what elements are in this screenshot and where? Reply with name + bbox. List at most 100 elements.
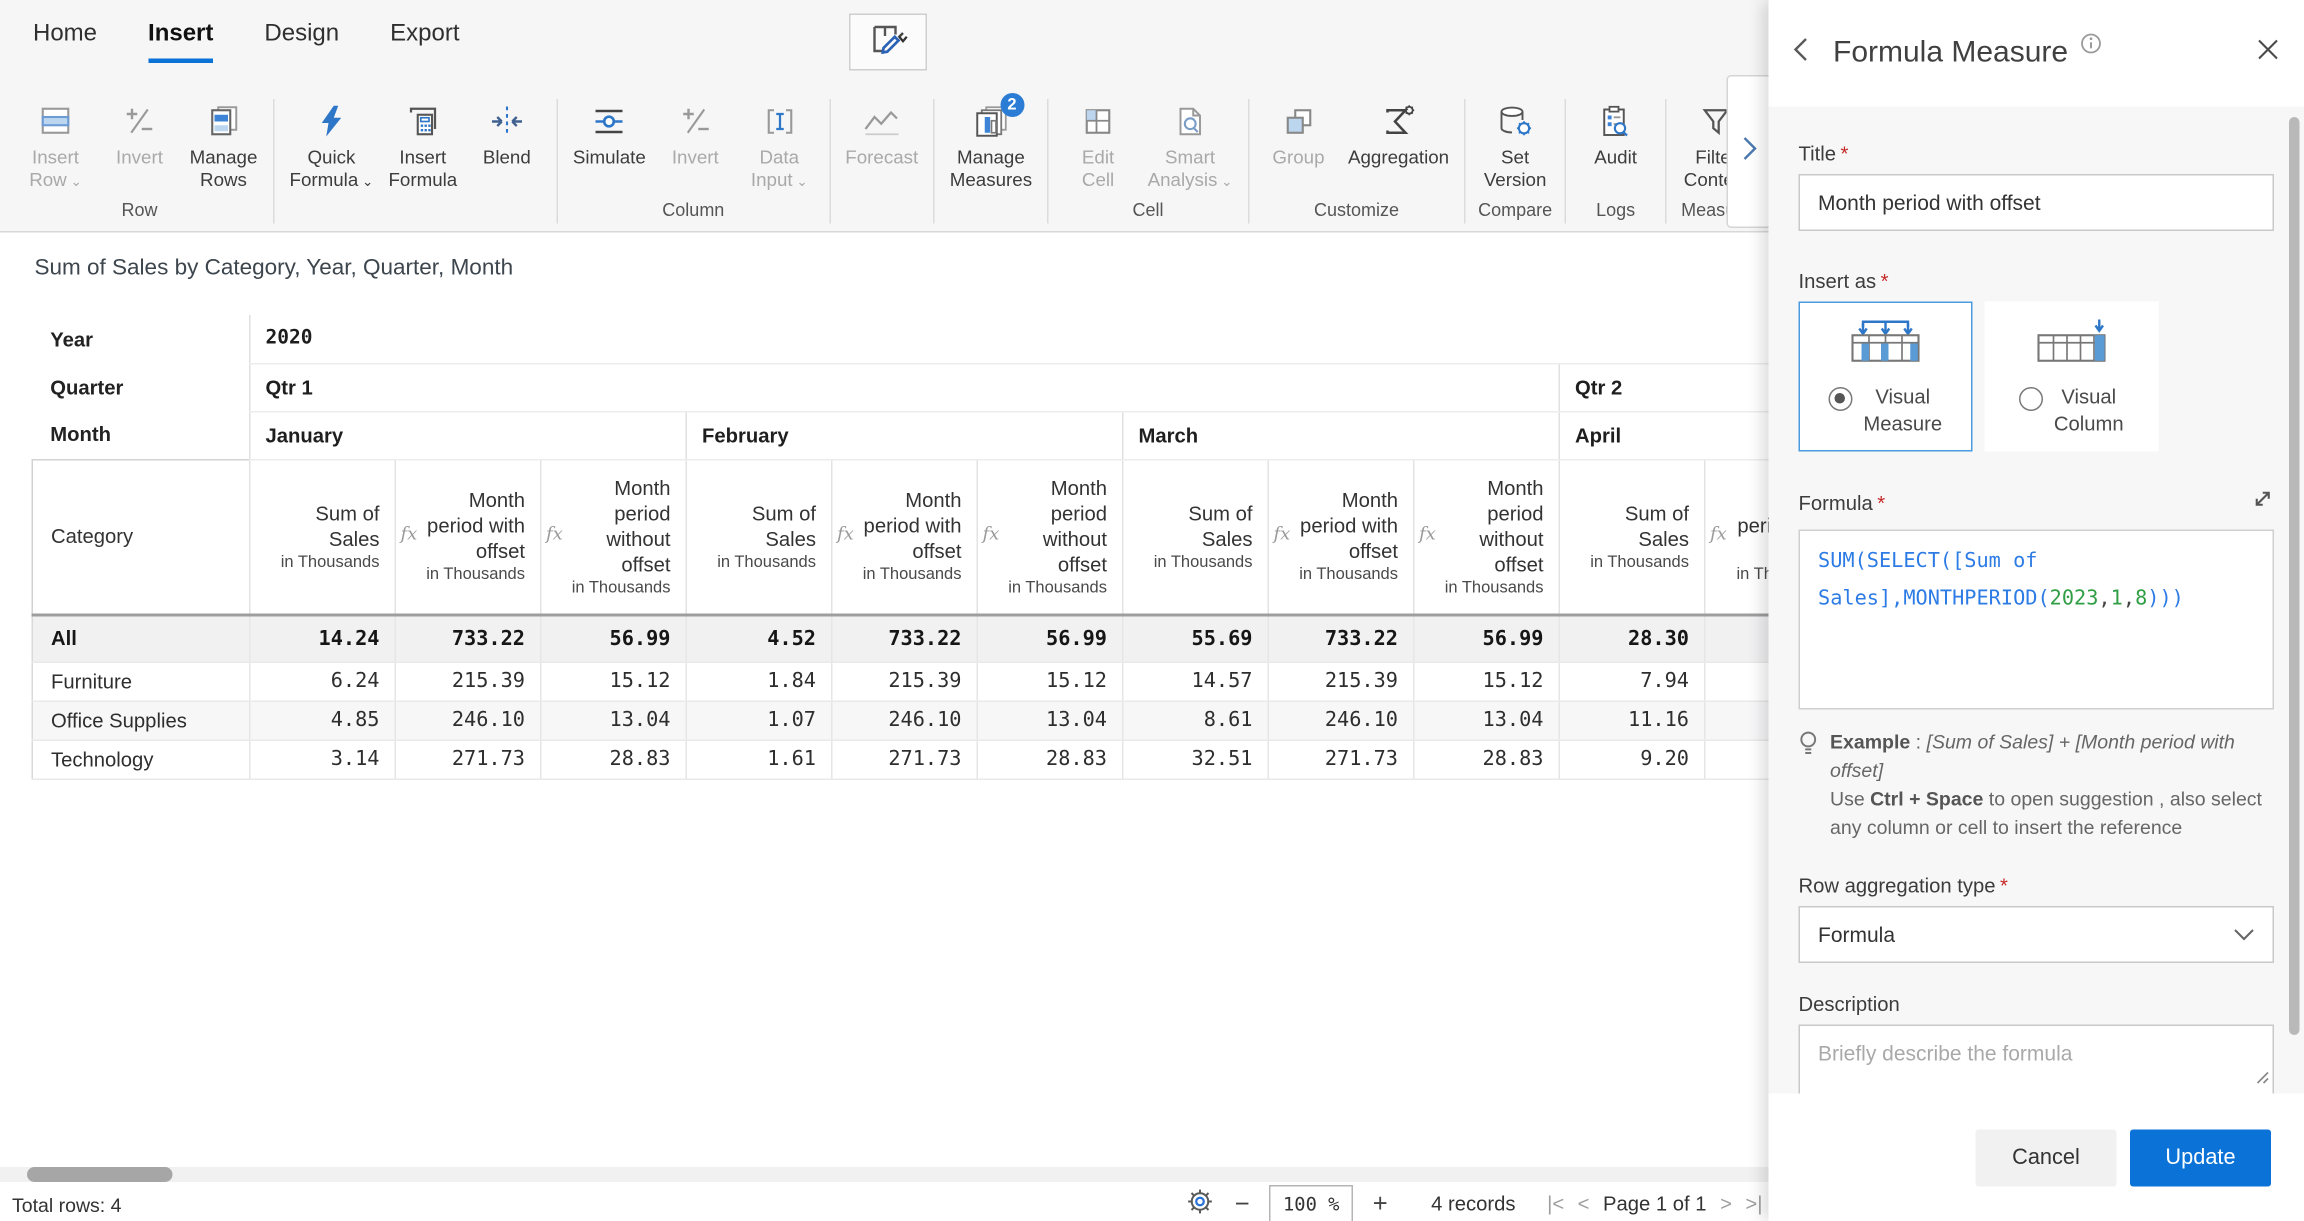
- data-cell[interactable]: [1703, 661, 1769, 702]
- data-cell[interactable]: 4.52: [685, 615, 832, 663]
- data-cell[interactable]: 733.22: [394, 615, 541, 663]
- data-cell[interactable]: 1.61: [685, 739, 832, 780]
- row-category-cell[interactable]: All: [31, 615, 250, 663]
- column-header[interactable]: fx Month period without offset in Thousand…: [976, 458, 1123, 617]
- data-cell[interactable]: [1703, 700, 1769, 741]
- manage-rows-button[interactable]: Manage Rows: [185, 99, 263, 192]
- prev-page-button[interactable]: <: [1578, 1193, 1590, 1216]
- data-cell[interactable]: 7.94: [1558, 661, 1705, 702]
- radio-visual-measure[interactable]: [1828, 387, 1853, 411]
- first-page-button[interactable]: |<: [1547, 1193, 1564, 1216]
- data-cell[interactable]: 8.61: [1122, 700, 1269, 741]
- data-cell[interactable]: 14.24: [249, 615, 396, 663]
- data-cell[interactable]: [1703, 739, 1769, 780]
- zoom-out-button[interactable]: −: [1235, 1189, 1250, 1219]
- data-cell[interactable]: 215.39: [831, 661, 978, 702]
- zoom-level-input[interactable]: 100 %: [1269, 1185, 1354, 1221]
- data-cell[interactable]: 733.22: [831, 615, 978, 663]
- column-header[interactable]: fx Month period with offset in Thousands: [1267, 458, 1414, 617]
- data-cell[interactable]: 1.07: [685, 700, 832, 741]
- data-cell[interactable]: 13.04: [1413, 700, 1560, 741]
- audit-button[interactable]: Audit: [1577, 99, 1655, 170]
- data-cell[interactable]: [1703, 615, 1769, 663]
- column-header[interactable]: fx Month period without offset in Thousand…: [1413, 458, 1560, 617]
- month-cell[interactable]: March: [1122, 411, 1560, 460]
- month-cell[interactable]: February: [685, 411, 1123, 460]
- column-header[interactable]: Sum of Sales in Thousands: [1558, 458, 1705, 617]
- horizontal-scrollbar[interactable]: [0, 1167, 1769, 1182]
- data-cell[interactable]: 56.99: [540, 615, 687, 663]
- data-cell[interactable]: 1.84: [685, 661, 832, 702]
- insert-as-option-visual-measure[interactable]: Visual Measure: [1798, 301, 1973, 452]
- data-cell[interactable]: 246.10: [1267, 700, 1414, 741]
- set-version-button[interactable]: Set Version: [1476, 99, 1554, 192]
- cancel-button[interactable]: Cancel: [1975, 1128, 2117, 1186]
- expand-formula-icon[interactable]: [2252, 488, 2275, 518]
- data-cell[interactable]: 215.39: [1267, 661, 1414, 702]
- quarter-cell[interactable]: Qtr 1: [249, 363, 1560, 412]
- row-category-cell[interactable]: Technology: [31, 739, 250, 780]
- column-header[interactable]: Sum of Sales in Thousands: [1122, 458, 1269, 617]
- data-cell[interactable]: 32.51: [1122, 739, 1269, 780]
- simulate-button[interactable]: Simulate: [568, 99, 650, 170]
- quick-formula-button[interactable]: Quick Formula ⌄: [285, 99, 378, 194]
- data-cell[interactable]: 28.83: [1413, 739, 1560, 780]
- data-cell[interactable]: 13.04: [976, 700, 1123, 741]
- column-header[interactable]: fx Month period without offset in Thousand…: [540, 458, 687, 617]
- data-cell[interactable]: 271.73: [831, 739, 978, 780]
- description-textarea[interactable]: [1800, 1026, 2273, 1094]
- blend-button[interactable]: Blend: [468, 99, 546, 170]
- data-cell[interactable]: 56.99: [1413, 615, 1560, 663]
- data-cell[interactable]: 246.10: [831, 700, 978, 741]
- title-input[interactable]: [1798, 174, 2274, 231]
- edit-view-dropdown-button[interactable]: [849, 13, 927, 71]
- tab-home[interactable]: Home: [33, 21, 97, 63]
- data-cell[interactable]: 6.24: [249, 661, 396, 702]
- close-icon[interactable]: [2256, 38, 2280, 70]
- data-cell[interactable]: 56.99: [976, 615, 1123, 663]
- data-cell[interactable]: 4.85: [249, 700, 396, 741]
- year-cell[interactable]: 2020: [248, 315, 1769, 364]
- tab-export[interactable]: Export: [390, 21, 459, 63]
- data-cell[interactable]: 13.04: [540, 700, 687, 741]
- radio-visual-column[interactable]: [2019, 387, 2044, 411]
- panel-scrollbar-thumb[interactable]: [2289, 117, 2300, 1035]
- data-cell[interactable]: 14.57: [1122, 661, 1269, 702]
- horizontal-scrollbar-thumb[interactable]: [27, 1167, 173, 1182]
- data-cell[interactable]: 28.30: [1558, 615, 1705, 663]
- manage-measures-button[interactable]: 2 Manage Measures: [945, 93, 1036, 192]
- column-header[interactable]: fx Month period with offset in Thousands: [1703, 458, 1769, 617]
- insert-formula-button[interactable]: Insert Formula: [384, 99, 462, 192]
- quarter-cell[interactable]: Qtr 2: [1558, 363, 1769, 412]
- resize-handle-icon[interactable]: [2256, 1065, 2270, 1092]
- data-cell[interactable]: 271.73: [1267, 739, 1414, 780]
- insert-as-option-visual-column[interactable]: Visual Column: [1984, 301, 2159, 452]
- row-category-cell[interactable]: Office Supplies: [31, 700, 250, 741]
- data-cell[interactable]: 55.69: [1122, 615, 1269, 663]
- data-cell[interactable]: 271.73: [394, 739, 541, 780]
- month-cell[interactable]: January: [249, 411, 687, 460]
- data-cell[interactable]: 215.39: [394, 661, 541, 702]
- data-cell[interactable]: 733.22: [1267, 615, 1414, 663]
- data-cell[interactable]: 246.10: [394, 700, 541, 741]
- data-cell[interactable]: 15.12: [976, 661, 1123, 702]
- info-icon[interactable]: [2080, 33, 2101, 62]
- last-page-button[interactable]: >|: [1745, 1193, 1762, 1216]
- tab-design[interactable]: Design: [264, 21, 339, 63]
- ribbon-overflow-button[interactable]: [1726, 75, 1772, 228]
- zoom-in-button[interactable]: +: [1373, 1189, 1388, 1219]
- column-header[interactable]: Sum of Sales in Thousands: [249, 458, 396, 617]
- data-cell[interactable]: 11.16: [1558, 700, 1705, 741]
- back-chevron-icon[interactable]: [1793, 36, 1810, 71]
- next-page-button[interactable]: >: [1720, 1193, 1732, 1216]
- column-header[interactable]: fx Month period with offset in Thousands: [394, 458, 541, 617]
- data-cell[interactable]: 9.20: [1558, 739, 1705, 780]
- column-header[interactable]: Sum of Sales in Thousands: [685, 458, 832, 617]
- row-aggregation-select[interactable]: Formula: [1798, 906, 2274, 963]
- settings-gear-icon[interactable]: [1185, 1187, 1215, 1221]
- formula-editor[interactable]: SUM(SELECT([Sum of Sales],MONTHPERIOD(20…: [1798, 529, 2274, 710]
- data-cell[interactable]: 3.14: [249, 739, 396, 780]
- month-cell[interactable]: April: [1558, 411, 1769, 460]
- aggregation-button[interactable]: Aggregation: [1343, 99, 1453, 170]
- tab-insert[interactable]: Insert: [148, 21, 214, 63]
